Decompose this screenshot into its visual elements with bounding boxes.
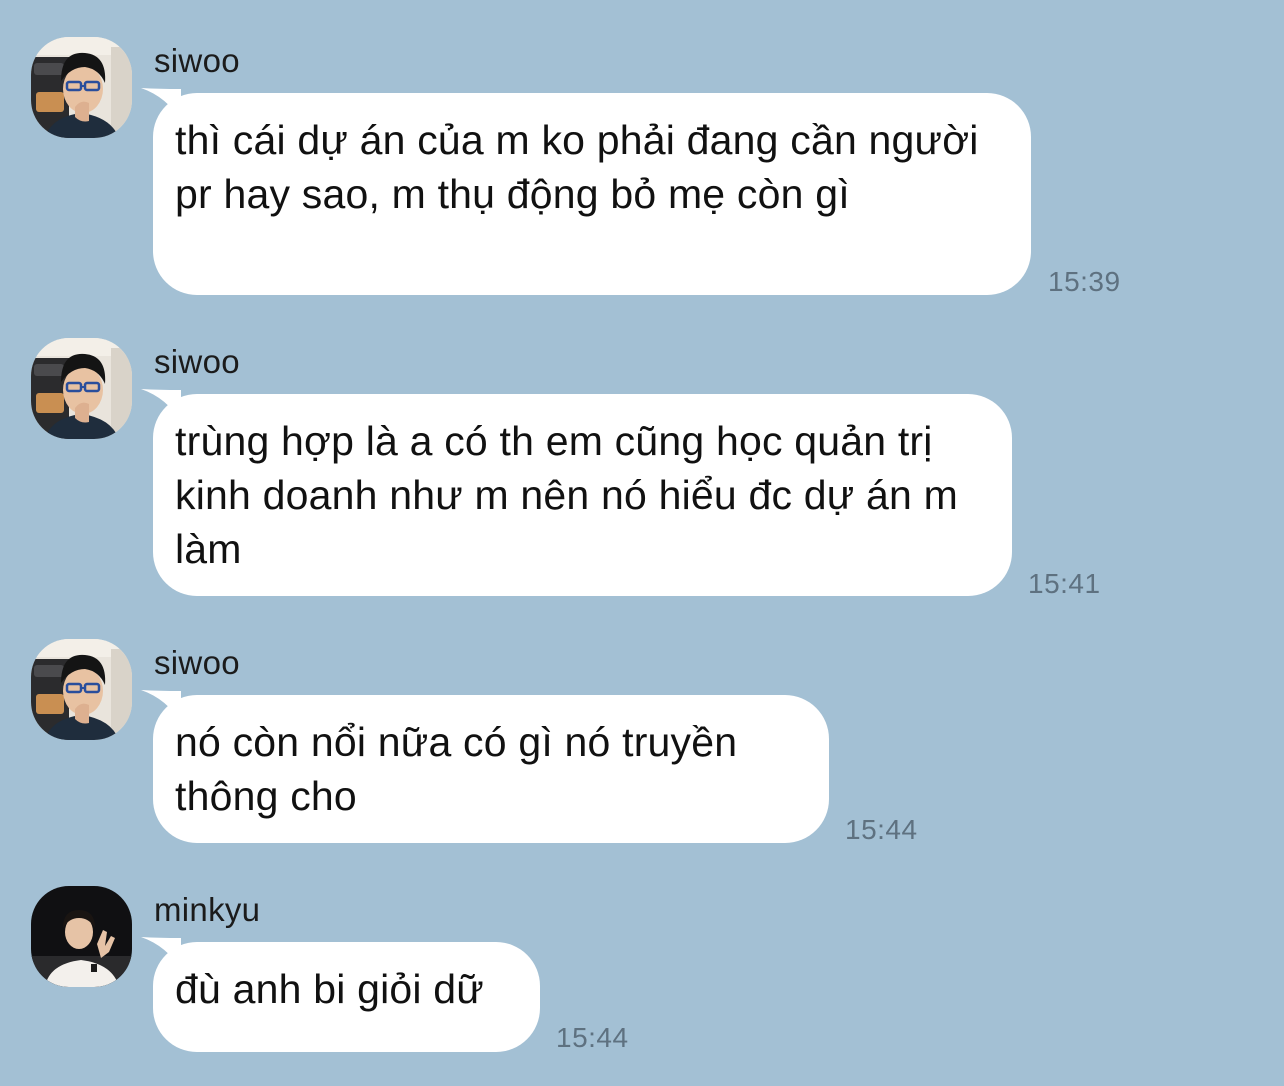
- message-bubble[interactable]: nó còn nổi nữa có gì nó truyền thông cho: [153, 695, 829, 843]
- message-bubble[interactable]: trùng hợp là a có th em cũng học quản tr…: [153, 394, 1012, 596]
- user-avatar-siwoo-icon[interactable]: [31, 639, 132, 740]
- message-text: thì cái dự án của m ko phải đang cần ngư…: [175, 117, 979, 217]
- sender-name: minkyu: [154, 891, 261, 928]
- sender-name: siwoo: [154, 644, 240, 681]
- sender-name: siwoo: [154, 343, 240, 380]
- message-text: nó còn nổi nữa có gì nó truyền thông cho: [175, 719, 738, 819]
- message-timestamp: 15:41: [1028, 568, 1101, 599]
- sender-name: siwoo: [154, 42, 240, 79]
- message-text: đù anh bi giỏi dữ: [175, 966, 484, 1012]
- user-avatar-siwoo-icon[interactable]: [31, 338, 132, 439]
- user-avatar-siwoo-icon[interactable]: [31, 37, 132, 138]
- message-bubble[interactable]: đù anh bi giỏi dữ: [153, 942, 540, 1052]
- message-timestamp: 15:44: [556, 1022, 629, 1053]
- message-timestamp: 15:39: [1048, 266, 1121, 297]
- message-bubble[interactable]: thì cái dự án của m ko phải đang cần ngư…: [153, 93, 1031, 295]
- message-text: trùng hợp là a có th em cũng học quản tr…: [175, 418, 958, 572]
- user-avatar-minkyu-icon[interactable]: [31, 886, 132, 987]
- message-timestamp: 15:44: [845, 814, 918, 845]
